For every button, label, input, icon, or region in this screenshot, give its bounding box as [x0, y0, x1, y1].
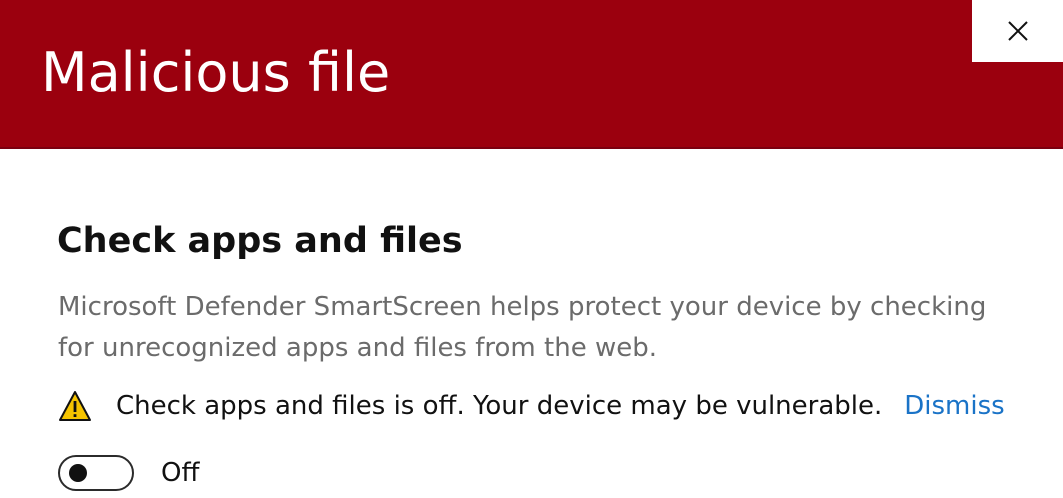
warning-icon: [59, 391, 91, 421]
section-description: Microsoft Defender SmartScreen helps pro…: [58, 292, 987, 363]
dismiss-link[interactable]: Dismiss: [904, 391, 1004, 421]
toggle-state-label: Off: [161, 458, 200, 488]
check-apps-toggle-row: Off: [58, 455, 199, 491]
warning-message: Check apps and files is off. Your device…: [58, 388, 1005, 424]
warning-text: Check apps and files is off. Your device…: [116, 391, 883, 421]
toggle-knob: [69, 464, 87, 482]
section-title: Check apps and files: [57, 221, 463, 261]
check-apps-toggle[interactable]: [58, 455, 134, 491]
dialog-title: Malicious file: [41, 41, 391, 104]
dialog-header: Malicious file: [0, 0, 1063, 149]
close-button[interactable]: [972, 0, 1063, 62]
close-icon: [1007, 21, 1028, 41]
malicious-file-dialog: Malicious file Check apps and files Micr…: [0, 0, 1063, 498]
